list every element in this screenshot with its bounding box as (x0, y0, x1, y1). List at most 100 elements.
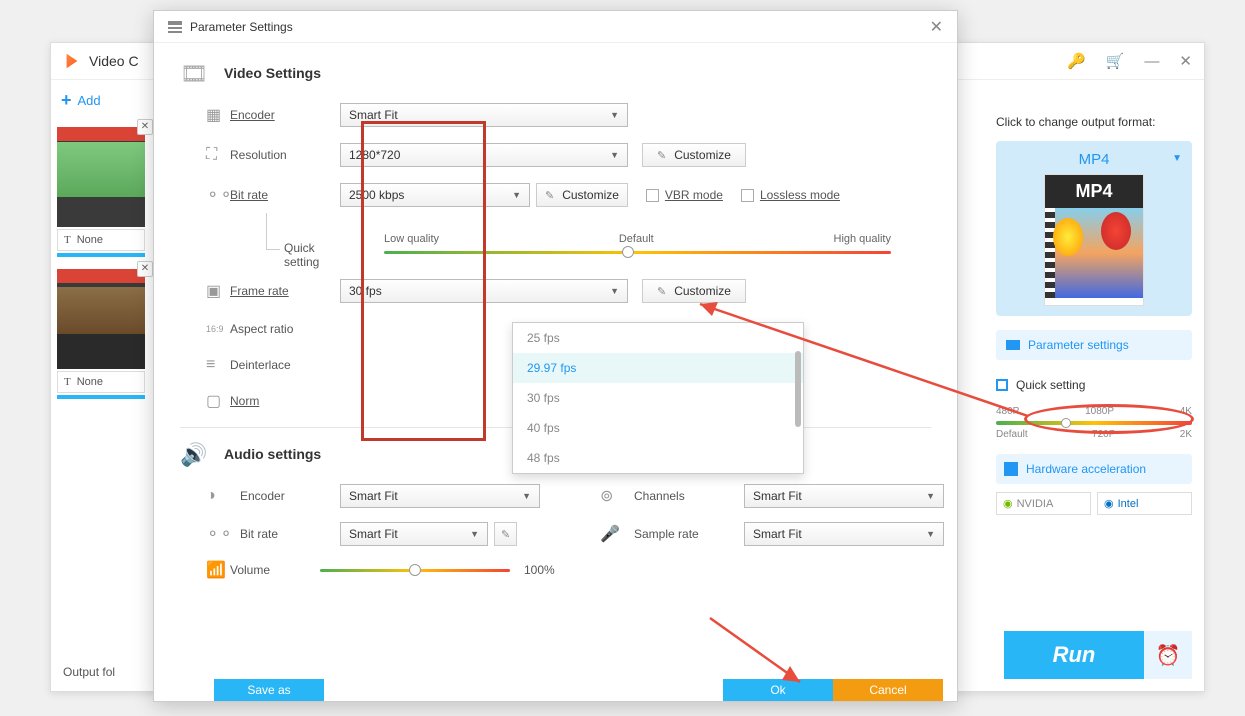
framerate-icon: ▣ (206, 281, 230, 301)
bitrate-label[interactable]: Bit rate (230, 188, 340, 202)
format-selector[interactable]: MP4 ▼ MP4 (996, 141, 1192, 316)
volume-label: Volume (230, 563, 320, 577)
sliders-icon (1006, 340, 1020, 350)
framerate-menu[interactable]: 25 fps 29.97 fps 30 fps 40 fps 48 fps (512, 322, 804, 474)
dialog-footer: Save as Ok Cancel (154, 679, 957, 701)
key-icon[interactable]: 🔑 (1067, 52, 1086, 70)
progress-bar (57, 395, 145, 399)
samplerate-dropdown[interactable]: Smart Fit▼ (744, 522, 944, 546)
fps-option[interactable]: 40 fps (513, 413, 803, 443)
close-icon[interactable]: ✕ (1179, 52, 1192, 70)
volume-slider[interactable] (320, 569, 510, 572)
add-button[interactable]: + Add (61, 90, 101, 111)
minimize-icon[interactable]: — (1144, 53, 1159, 70)
subtitle-none-button[interactable]: TNone (57, 371, 145, 393)
checkbox-icon (646, 189, 659, 202)
audio-bitrate-dropdown[interactable]: Smart Fit▼ (340, 522, 488, 546)
deinterlace-label: Deinterlace (230, 358, 340, 372)
quick-setting-tree: Quick setting (230, 223, 340, 263)
video-item[interactable]: ✕ TNone (57, 269, 145, 399)
resolution-label: Resolution (230, 148, 340, 162)
nvidia-button[interactable]: ◉NVIDIA (996, 492, 1091, 515)
audio-encoder-icon: ◑ (206, 486, 230, 506)
encoder-dropdown[interactable]: Smart Fit ▼ (340, 103, 628, 127)
fps-option[interactable]: 30 fps (513, 383, 803, 413)
app-title: Video C (89, 53, 139, 69)
video-item[interactable]: ✕ TNone (57, 127, 145, 257)
format-name: MP4 (1006, 151, 1182, 168)
resolution-dropdown[interactable]: 1280*720 ▼ (340, 143, 628, 167)
framerate-label[interactable]: Frame rate (230, 284, 340, 298)
settings-icon (168, 21, 182, 33)
progress-bar (57, 253, 145, 257)
close-icon[interactable]: ✕ (930, 17, 943, 37)
app-logo-icon (63, 52, 81, 70)
right-panel: Click to change output format: MP4 ▼ MP4… (996, 115, 1192, 515)
quick-setting-icon (996, 379, 1008, 391)
channels-dropdown[interactable]: Smart Fit▼ (744, 484, 944, 508)
chevron-down-icon: ▼ (512, 190, 521, 200)
plus-icon: + (61, 90, 72, 111)
intel-button[interactable]: ◉Intel (1097, 492, 1192, 515)
norm-icon: ▢ (206, 391, 230, 411)
scrollbar[interactable] (795, 351, 801, 427)
chevron-down-icon: ▼ (610, 110, 619, 120)
audio-bitrate-label: Bit rate (240, 527, 330, 541)
change-format-label: Click to change output format: (996, 115, 1192, 129)
fps-option[interactable]: 48 fps (513, 443, 803, 473)
quick-setting-label: Quick setting (996, 378, 1192, 392)
ok-button[interactable]: Ok (723, 679, 833, 701)
checkbox-icon (741, 189, 754, 202)
volume-icon: 📶 (206, 560, 230, 580)
lossless-mode-checkbox[interactable]: Lossless mode (741, 188, 840, 202)
resolution-icon: ⛶ (206, 145, 230, 165)
vbr-mode-checkbox[interactable]: VBR mode (646, 188, 723, 202)
remove-item-icon[interactable]: ✕ (137, 119, 153, 135)
norm-label[interactable]: Norm (230, 394, 340, 408)
slider-knob[interactable] (409, 564, 421, 576)
pencil-icon: ✎ (657, 285, 666, 298)
chevron-down-icon: ▼ (926, 529, 935, 539)
customize-framerate-button[interactable]: ✎ Customize (642, 279, 746, 303)
audio-encoder-label: Encoder (240, 489, 330, 503)
output-folder-label: Output fol (63, 665, 115, 679)
video-thumbnail (57, 269, 145, 369)
subtitle-none-button[interactable]: TNone (57, 229, 145, 251)
chevron-down-icon: ▼ (522, 491, 531, 501)
fps-option[interactable]: 25 fps (513, 323, 803, 353)
chevron-down-icon: ▼ (926, 491, 935, 501)
resolution-slider[interactable]: 480P 1080P 4K Default 720P 2K (996, 406, 1192, 440)
cart-icon[interactable]: 🛒 (1106, 52, 1125, 70)
volume-percent: 100% (524, 563, 555, 577)
chevron-down-icon: ▼ (610, 286, 619, 296)
encoder-label[interactable]: Encoder (230, 108, 340, 122)
framerate-dropdown[interactable]: 30 fps ▼ (340, 279, 628, 303)
audio-section-title: Audio settings (224, 446, 321, 462)
audio-bitrate-icon: ⚬⚬ (206, 524, 230, 544)
slider-knob[interactable] (622, 246, 634, 258)
aspect-icon: 16:9 (206, 319, 230, 339)
pencil-icon: ✎ (545, 189, 554, 202)
hardware-acceleration-button[interactable]: Hardware acceleration (996, 454, 1192, 484)
parameter-settings-button[interactable]: Parameter settings (996, 330, 1192, 360)
remove-item-icon[interactable]: ✕ (137, 261, 153, 277)
schedule-button[interactable]: ⏰ (1144, 631, 1192, 679)
quality-slider[interactable]: Low quality Default High quality (384, 233, 931, 254)
pencil-icon: ✎ (501, 528, 510, 541)
cancel-button[interactable]: Cancel (833, 679, 943, 701)
bitrate-dropdown[interactable]: 2500 kbps ▼ (340, 183, 530, 207)
chevron-down-icon: ▼ (470, 529, 479, 539)
run-button[interactable]: Run (1004, 631, 1144, 679)
fps-option[interactable]: 29.97 fps (513, 353, 803, 383)
encoder-icon: ▦ (206, 105, 230, 125)
video-section-icon: 🎞 (180, 61, 210, 85)
slider-knob[interactable] (1061, 418, 1071, 428)
audio-encoder-dropdown[interactable]: Smart Fit▼ (340, 484, 540, 508)
aspect-label: Aspect ratio (230, 322, 340, 336)
samplerate-icon: 🎤 (600, 524, 624, 544)
deinterlace-icon: ≡ (206, 355, 230, 375)
customize-audio-bitrate-button[interactable]: ✎ (494, 522, 517, 546)
customize-resolution-button[interactable]: ✎ Customize (642, 143, 746, 167)
save-as-button[interactable]: Save as (214, 679, 324, 701)
customize-bitrate-button[interactable]: ✎ Customize (536, 183, 628, 207)
